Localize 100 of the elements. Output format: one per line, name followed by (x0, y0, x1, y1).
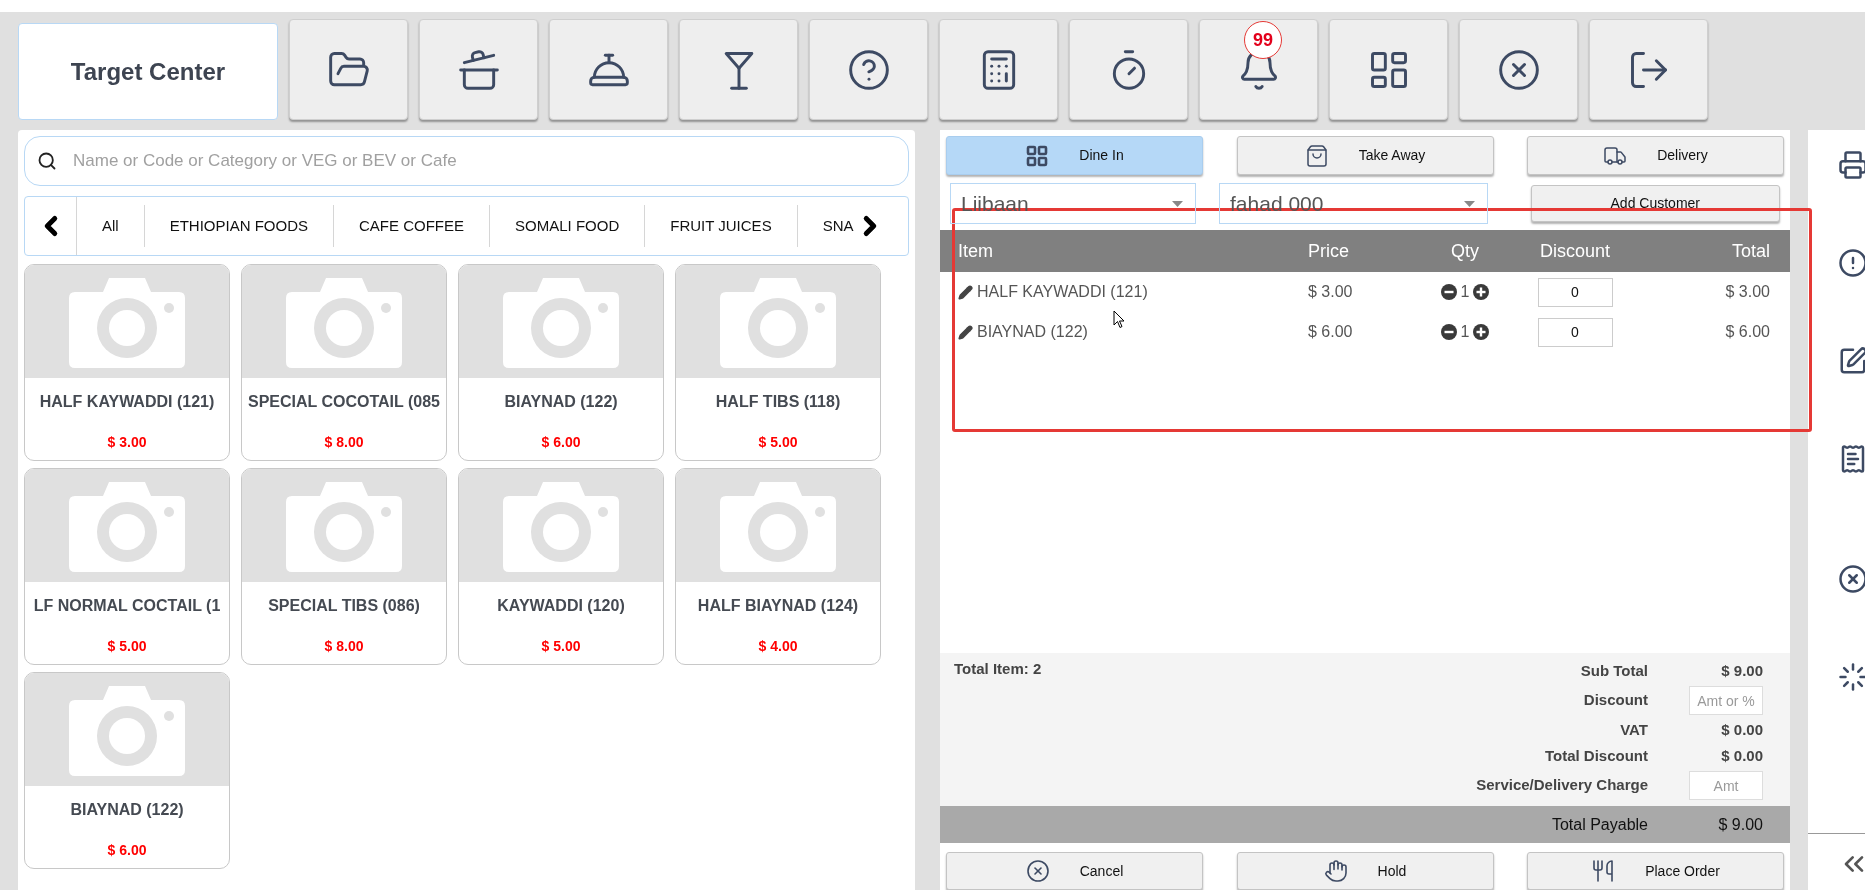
column-header: Qty (1451, 239, 1479, 263)
order-type-tab[interactable]: Take Away (1236, 136, 1494, 175)
item-price: $ 6.00 (1308, 322, 1353, 342)
table-grid-icon (1025, 143, 1050, 168)
product-name: BIAYNAD (122) (70, 800, 184, 820)
close-icon (1496, 47, 1541, 92)
summary-value: $ 9.00 (1720, 660, 1763, 681)
item-name: HALF KAYWADDI (121) (977, 282, 1148, 302)
summary-input[interactable]: Amt (1689, 771, 1763, 800)
search-icon (37, 151, 57, 171)
camera-icon (286, 275, 402, 368)
total-items-label: Total Item: 2 (954, 659, 1042, 679)
product-card[interactable]: HALF TIBS (118) $ 5.00 (675, 264, 881, 461)
folder-button[interactable] (289, 19, 408, 120)
total-payable-label: Total Payable (1551, 814, 1648, 835)
summary-value: $ 0.00 (1720, 745, 1763, 766)
item-name: BIAYNAD (122) (977, 322, 1088, 342)
product-card[interactable]: HALF KAYWADDI (121) $ 3.00 (24, 264, 230, 461)
product-card[interactable]: SPECIAL TIBS (086) $ 8.00 (241, 468, 447, 665)
close-button[interactable] (1459, 19, 1578, 120)
logout-button[interactable] (1589, 19, 1708, 120)
camera-icon (69, 275, 185, 368)
minus-circle-icon[interactable] (1440, 324, 1457, 340)
item-quantity: 1 (1460, 322, 1470, 342)
product-card[interactable]: BIAYNAD (122) $ 6.00 (24, 672, 230, 869)
discount-input[interactable]: 0 (1537, 317, 1613, 347)
category-tab[interactable]: SOMALI FOOD (489, 205, 645, 247)
close-icon[interactable] (1838, 564, 1865, 594)
product-name: HALF BIAYNAD (124) (697, 596, 859, 616)
printer-icon[interactable] (1838, 150, 1865, 180)
store-title: Target Center (18, 23, 278, 120)
product-price: $ 5.00 (107, 637, 147, 656)
product-price: $ 4.00 (758, 637, 798, 656)
total-payable-value: $ 9.00 (1717, 814, 1763, 835)
bell-button[interactable]: 99 (1199, 19, 1318, 120)
category-tab[interactable]: SNA (796, 205, 856, 247)
waiter-button[interactable] (549, 19, 668, 120)
product-name: LF NORMAL COCTAIL (1 (33, 596, 221, 616)
pencil-icon[interactable] (958, 284, 973, 300)
loading-icon[interactable] (1838, 662, 1865, 692)
order-type-tab[interactable]: Delivery (1527, 136, 1784, 175)
summary-value: $ 0.00 (1720, 719, 1763, 740)
calculator-button[interactable] (939, 19, 1058, 120)
camera-icon (503, 479, 619, 572)
product-card[interactable]: LF NORMAL COCTAIL (1 $ 5.00 (24, 468, 230, 665)
camera-icon (720, 275, 836, 368)
product-price: $ 6.00 (107, 841, 147, 860)
plus-circle-icon[interactable] (1473, 324, 1490, 340)
pencil-icon[interactable] (958, 324, 973, 340)
product-card[interactable]: SPECIAL COCOTAIL (085 $ 8.00 (241, 264, 447, 461)
cursor-icon (1113, 310, 1125, 329)
product-price: $ 3.00 (107, 433, 147, 452)
product-name: BIAYNAD (122) (504, 392, 618, 412)
search-input[interactable]: Name or Code or Category or VEG or BEV or Cafe (73, 148, 896, 174)
discount-input[interactable]: 0 (1537, 277, 1613, 307)
product-card[interactable]: HALF BIAYNAD (124) $ 4.00 (675, 468, 881, 665)
cocktail-button[interactable] (679, 19, 798, 120)
product-name: SPECIAL COCOTAIL (085 (247, 392, 440, 412)
product-price: $ 8.00 (324, 433, 364, 452)
plus-circle-icon[interactable] (1473, 284, 1490, 300)
camera-icon (69, 479, 185, 572)
product-name: HALF TIBS (118) (715, 392, 841, 412)
alert-icon[interactable] (1838, 248, 1865, 278)
category-tab[interactable]: CAFE COFFEE (333, 205, 490, 247)
help-icon (846, 47, 891, 92)
camera-icon (286, 479, 402, 572)
cancel-button[interactable]: Cancel (946, 852, 1203, 890)
product-name: KAYWADDI (120) (497, 596, 625, 616)
add-customer-button[interactable]: Add Customer (1530, 185, 1780, 222)
search-field[interactable]: Name or Code or Category or VEG or BEV or Cafe (24, 136, 909, 186)
shopping-bag-icon (1304, 143, 1329, 168)
column-header: Total (1731, 239, 1770, 263)
minus-circle-icon[interactable] (1440, 284, 1457, 300)
summary-label: Service/Delivery Charge (1476, 775, 1648, 796)
layout-button[interactable] (1329, 19, 1448, 120)
product-card[interactable]: KAYWADDI (120) $ 5.00 (458, 468, 664, 665)
product-name: SPECIAL TIBS (086) (268, 596, 420, 616)
summary-label: Total Discount (1544, 745, 1648, 766)
edit-icon[interactable] (1838, 346, 1865, 376)
product-price: $ 8.00 (324, 637, 364, 656)
help-button[interactable] (809, 19, 928, 120)
item-total: $ 6.00 (1725, 322, 1770, 342)
category-tab[interactable]: FRUIT JUICES (644, 205, 797, 247)
timer-button[interactable] (1069, 19, 1188, 120)
camera-icon (69, 683, 185, 776)
column-header: Discount (1540, 239, 1610, 263)
fork-spoon-icon (1591, 859, 1616, 883)
summary-input[interactable]: Amt or % (1689, 686, 1763, 715)
category-tab[interactable]: ETHIOPIAN FOODS (143, 205, 334, 247)
category-tab[interactable]: All (77, 205, 144, 247)
product-card[interactable]: BIAYNAD (122) $ 6.00 (458, 264, 664, 461)
summary-label: Sub Total (1580, 660, 1648, 681)
kitchen-button[interactable] (419, 19, 538, 120)
item-total: $ 3.00 (1725, 282, 1770, 302)
column-header: Item (958, 239, 993, 263)
product-price: $ 6.00 (541, 433, 581, 452)
hold-button[interactable]: Hold (1236, 852, 1494, 890)
cancel-icon (1025, 859, 1050, 883)
order-type-tab[interactable]: Dine In (946, 136, 1203, 175)
place-order-button[interactable]: Place Order (1527, 852, 1784, 890)
